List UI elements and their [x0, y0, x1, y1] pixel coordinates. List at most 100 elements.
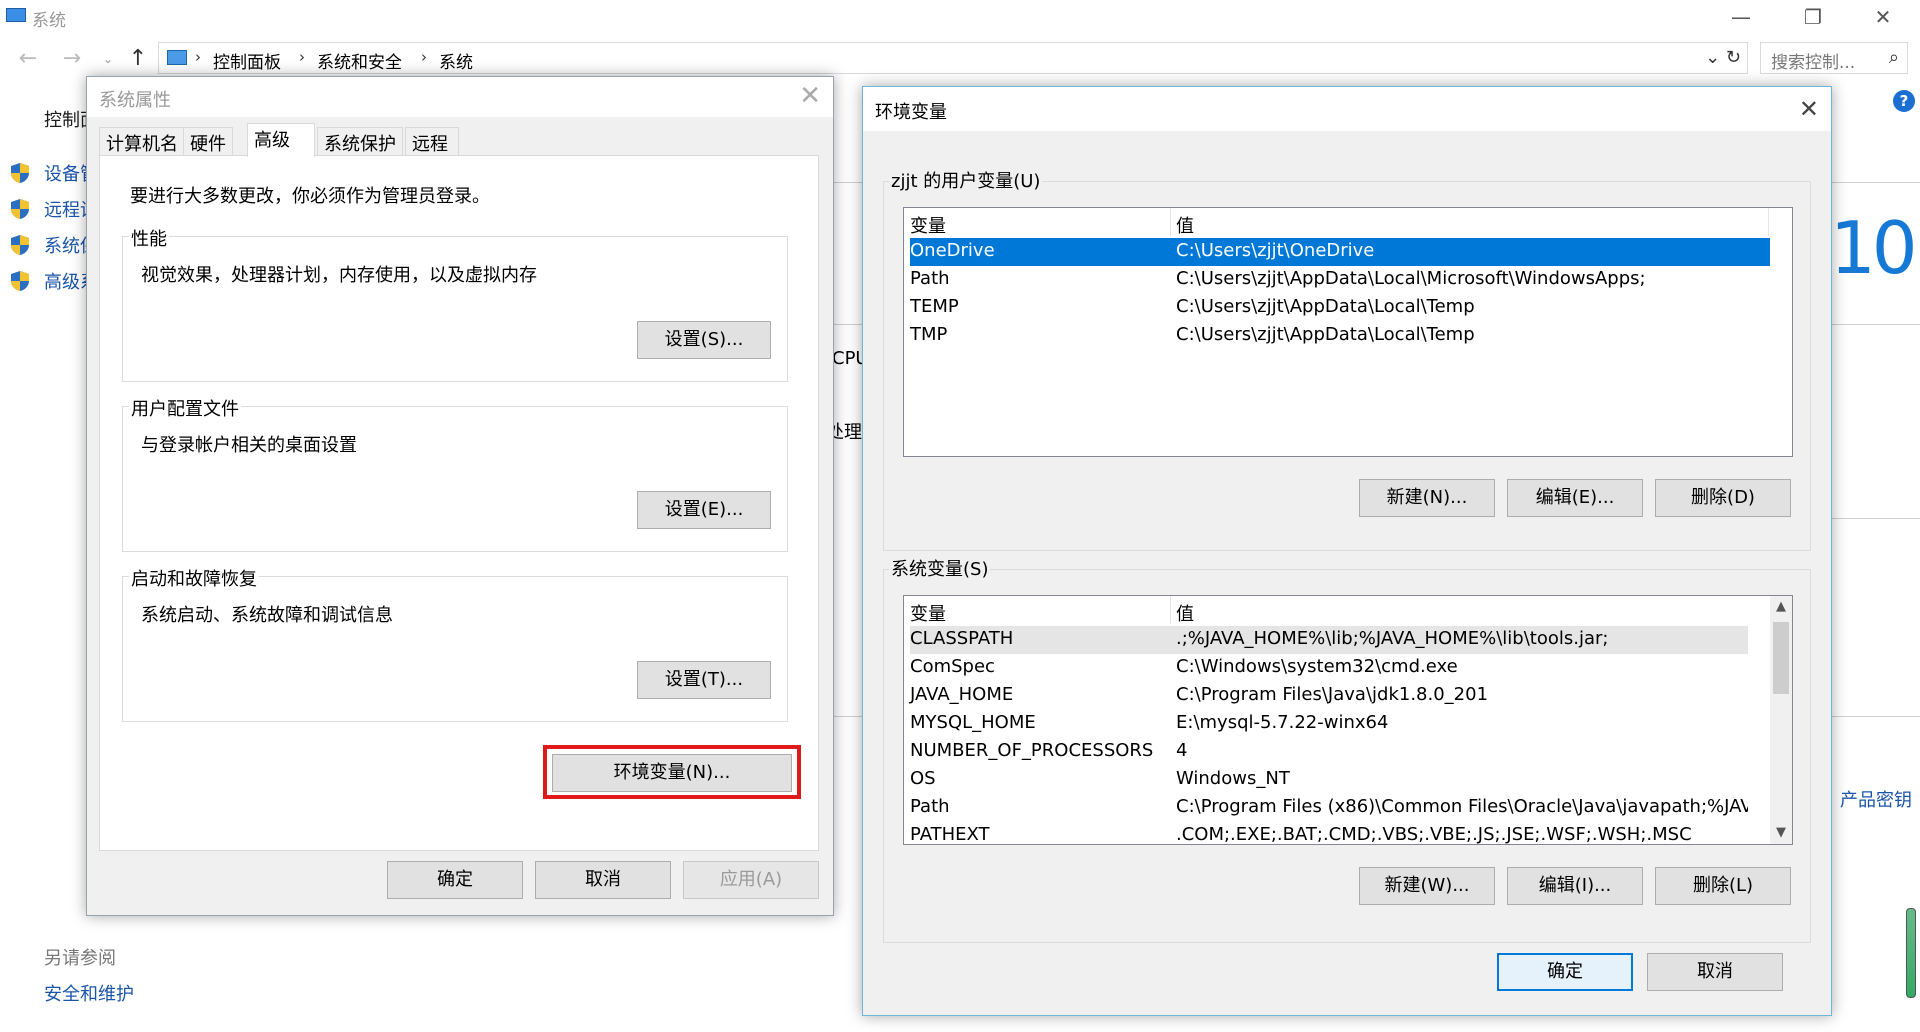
forward-icon[interactable]: → [58, 46, 86, 72]
apply-button[interactable]: 应用(A) [683, 861, 819, 899]
close-window-button[interactable]: ✕ [1860, 4, 1906, 30]
tab-system-protection[interactable]: 系统保护 [317, 127, 403, 155]
system-var-row[interactable]: NUMBER_OF_PROCESSORS 4 [910, 738, 1748, 766]
system-new-button[interactable]: 新建(W)... [1359, 867, 1495, 905]
system-var-row[interactable]: MYSQL_HOME E:\mysql-5.7.22-winx64 [910, 710, 1748, 738]
scrollbar-thumb[interactable] [1773, 622, 1789, 694]
page-scrollbar[interactable] [1906, 908, 1916, 998]
user-new-button[interactable]: 新建(N)... [1359, 479, 1495, 517]
environment-variables-button[interactable]: 环境变量(N)... [552, 754, 792, 792]
scroll-up-icon[interactable]: ▲ [1770, 596, 1792, 618]
tab-remote[interactable]: 远程 [405, 127, 459, 155]
var-value: C:\Users\zjjt\AppData\Local\Temp [1176, 324, 1475, 345]
recent-locations-icon[interactable]: ⌄ [94, 46, 122, 72]
cancel-button[interactable]: 取消 [535, 861, 671, 899]
var-value: C:\Users\zjjt\AppData\Local\Microsoft\Wi… [1176, 268, 1646, 289]
user-profile-settings-button[interactable]: 设置(E)... [637, 491, 771, 529]
back-icon[interactable]: ← [14, 46, 42, 72]
column-header-variable[interactable]: 变量 [910, 212, 946, 238]
user-var-row[interactable]: TMP C:\Users\zjjt\AppData\Local\Temp [910, 322, 1770, 350]
divider [832, 182, 862, 183]
search-box[interactable]: 搜索控制... ⌕ [1760, 42, 1908, 74]
refresh-icon[interactable]: ⌄ ↻ [1705, 47, 1741, 68]
system-edit-button[interactable]: 编辑(I)... [1507, 867, 1643, 905]
shield-icon [11, 271, 29, 291]
system-variables-list[interactable]: 变量 值 CLASSPATH .;%JAVA_HOME%\lib;%JAVA_H… [903, 595, 1793, 845]
var-value: .COM;.EXE;.BAT;.CMD;.VBS;.VBE;.JS;.JSE;.… [1176, 824, 1692, 845]
product-key-link[interactable]: 产品密钥 [1840, 786, 1912, 812]
ok-button[interactable]: 确定 [387, 861, 523, 899]
search-icon[interactable]: ⌕ [1889, 47, 1899, 68]
system-var-row[interactable]: ComSpec C:\Windows\system32\cmd.exe [910, 654, 1748, 682]
var-name: NUMBER_OF_PROCESSORS [910, 740, 1154, 761]
column-header-value[interactable]: 值 [1176, 600, 1194, 626]
user-var-row[interactable]: TEMP C:\Users\zjjt\AppData\Local\Temp [910, 294, 1770, 322]
system-delete-button[interactable]: 删除(L) [1655, 867, 1791, 905]
var-name: OneDrive [910, 240, 995, 261]
tab-hardware[interactable]: 硬件 [183, 127, 233, 155]
advanced-tab-panel: 要进行大多数更改，你必须作为管理员登录。 性能 视觉效果，处理器计划，内存使用，… [99, 155, 819, 851]
divider [1832, 324, 1920, 325]
close-icon[interactable]: ✕ [799, 82, 821, 110]
see-also-heading: 另请参阅 [44, 948, 116, 969]
var-value: C:\Program Files\Java\jdk1.8.0_201 [1176, 684, 1489, 705]
system-var-row[interactable]: CLASSPATH .;%JAVA_HOME%\lib;%JAVA_HOME%\… [910, 626, 1748, 654]
minimize-button[interactable]: — [1718, 4, 1764, 30]
column-divider[interactable] [1170, 596, 1171, 624]
cancel-button[interactable]: 取消 [1647, 953, 1783, 991]
breadcrumb-system[interactable]: 系统 [439, 48, 473, 73]
chevron-right-icon[interactable]: › [421, 48, 427, 66]
security-maintenance-link[interactable]: 安全和维护 [44, 980, 134, 1006]
group-legend: 性能 [129, 225, 169, 251]
system-var-row[interactable]: OS Windows_NT [910, 766, 1748, 794]
var-name: Path [910, 268, 950, 289]
list-header: 变量 值 [904, 596, 1792, 626]
environment-variables-dialog: 环境变量 ✕ zjjt 的用户变量(U) 变量 值 OneDrive C:\Us… [862, 86, 1832, 1016]
user-var-row[interactable]: Path C:\Users\zjjt\AppData\Local\Microso… [910, 266, 1770, 294]
scroll-down-icon[interactable]: ▼ [1770, 822, 1792, 844]
breadcrumb-system-security[interactable]: 系统和安全 [317, 48, 402, 73]
column-divider[interactable] [1768, 208, 1769, 236]
shield-icon [11, 163, 29, 183]
chevron-right-icon[interactable]: › [299, 48, 305, 66]
close-icon[interactable]: ✕ [1799, 95, 1819, 123]
up-icon[interactable]: ↑ [124, 46, 152, 72]
chevron-right-icon[interactable]: › [195, 48, 201, 66]
system-properties-dialog: 系统属性 ✕ 计算机名 硬件 高级 系统保护 远程 要进行大多数更改，你必须作为… [86, 76, 834, 916]
column-divider[interactable] [1170, 208, 1171, 236]
system-var-row[interactable]: Path C:\Program Files (x86)\Common Files… [910, 794, 1748, 822]
user-var-row[interactable]: OneDrive C:\Users\zjjt\OneDrive [910, 238, 1770, 266]
group-description: 与登录帐户相关的桌面设置 [141, 435, 357, 456]
column-header-variable[interactable]: 变量 [910, 600, 946, 626]
tab-advanced[interactable]: 高级 [247, 123, 315, 157]
address-bar[interactable]: › 控制面板 › 系统和安全 › 系统 ⌄ ↻ [158, 42, 1748, 74]
user-edit-button[interactable]: 编辑(E)... [1507, 479, 1643, 517]
restore-button[interactable]: ❐ [1790, 4, 1836, 30]
group-legend: 用户配置文件 [129, 395, 241, 421]
system-var-row[interactable]: JAVA_HOME C:\Program Files\Java\jdk1.8.0… [910, 682, 1748, 710]
user-variables-list[interactable]: 变量 值 OneDrive C:\Users\zjjt\OneDrive Pat… [903, 207, 1793, 457]
windows-10-logo-text: 10 [1830, 206, 1918, 290]
var-value: Windows_NT [1176, 768, 1290, 789]
performance-settings-button[interactable]: 设置(S)... [637, 321, 771, 359]
tab-computer-name[interactable]: 计算机名 [99, 127, 185, 155]
user-variables-legend: zjjt 的用户变量(U) [889, 167, 1043, 193]
vertical-scrollbar[interactable]: ▲ ▼ [1770, 596, 1792, 844]
startup-recovery-settings-button[interactable]: 设置(T)... [637, 661, 771, 699]
var-name: TMP [910, 324, 948, 345]
help-icon[interactable]: ? [1893, 90, 1915, 112]
list-header: 变量 值 [904, 208, 1792, 238]
column-header-value[interactable]: 值 [1176, 212, 1194, 238]
system-var-row[interactable]: PATHEXT .COM;.EXE;.BAT;.CMD;.VBS;.VBE;.J… [910, 822, 1748, 845]
breadcrumb-control-panel[interactable]: 控制面板 [213, 48, 281, 73]
var-value: 4 [1176, 740, 1188, 761]
group-description: 系统启动、系统故障和调试信息 [141, 605, 393, 626]
user-delete-button[interactable]: 删除(D) [1655, 479, 1791, 517]
var-name: OS [910, 768, 936, 789]
divider [1832, 182, 1920, 183]
var-value: C:\Program Files (x86)\Common Files\Orac… [1176, 796, 1748, 817]
var-value: C:\Users\zjjt\OneDrive [1176, 240, 1375, 261]
var-value: C:\Users\zjjt\AppData\Local\Temp [1176, 296, 1475, 317]
window-titlebar: 系统 — ❐ ✕ [0, 0, 1920, 34]
ok-button[interactable]: 确定 [1497, 953, 1633, 991]
